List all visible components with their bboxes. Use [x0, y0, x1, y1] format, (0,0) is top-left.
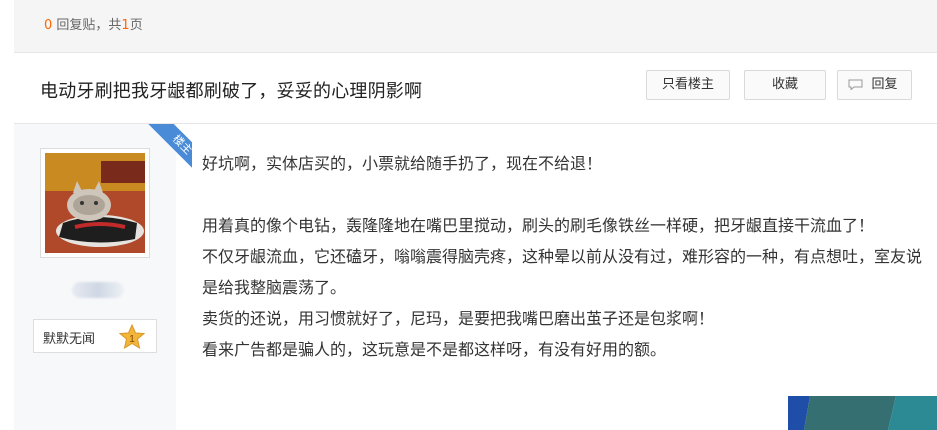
thread-header: 电动牙刷把我牙龈都刷破了，妥妥的心理阴影啊 只看楼主 收藏 回复 [14, 53, 937, 124]
post-line: 用着真的像个电钻，轰隆隆地在嘴巴里搅动，刷头的刷毛像铁丝一样硬，把牙龈直接干流血… [202, 216, 875, 235]
corner-decoration [788, 396, 937, 430]
page-count-label: 页 [129, 18, 143, 33]
reply-count-label: 回复贴，共 [52, 18, 122, 33]
reply-button[interactable]: 回复 [837, 70, 912, 100]
comment-bubble-icon [848, 79, 863, 90]
reply-button-label: 回复 [871, 77, 898, 92]
post-line: 看来广告都是骗人的，这玩意是不是都这样呀，有没有好用的额。 [202, 340, 667, 359]
level-number: 1 [129, 334, 135, 345]
post-line-blank [202, 179, 922, 210]
reply-count-text: 0 回复贴，共1页 [44, 14, 143, 33]
user-level-badge: 默默无闻 1 [33, 319, 157, 353]
level-name: 默默无闻 [43, 332, 96, 347]
op-badge-label: 楼主 [147, 124, 192, 180]
author-sidebar: 楼主 默默无闻 1 [14, 124, 192, 430]
post-line: 不仅牙龈流血，它还磕牙，嗡嗡震得脑壳疼，这种晕以前从没有过，难形容的一种，有点想… [202, 247, 923, 297]
post-line: 卖货的还说，用习惯就好了，尼玛，是要把我嘴巴磨出茧子还是包浆啊！ [202, 309, 715, 328]
level-star-icon: 1 [118, 323, 146, 350]
post-content: 好坑啊，实体店买的，小票就给随手扔了，现在不给退！ 用着真的像个电钻，轰隆隆地在… [202, 148, 922, 365]
page-count-number: 1 [121, 18, 130, 33]
post-line: 好坑啊，实体店买的，小票就给随手扔了，现在不给退！ [202, 154, 603, 173]
avatar[interactable] [40, 148, 150, 258]
username-redacted[interactable] [72, 282, 124, 298]
only-view-op-button[interactable]: 只看楼主 [646, 70, 730, 100]
reply-info-bar: 0 回复贴，共1页 [14, 0, 937, 53]
thread-title: 电动牙刷把我牙龈都刷破了，妥妥的心理阴影啊 [40, 81, 423, 102]
favorite-button[interactable]: 收藏 [744, 70, 826, 100]
cat-on-sneaker-avatar [45, 153, 145, 253]
